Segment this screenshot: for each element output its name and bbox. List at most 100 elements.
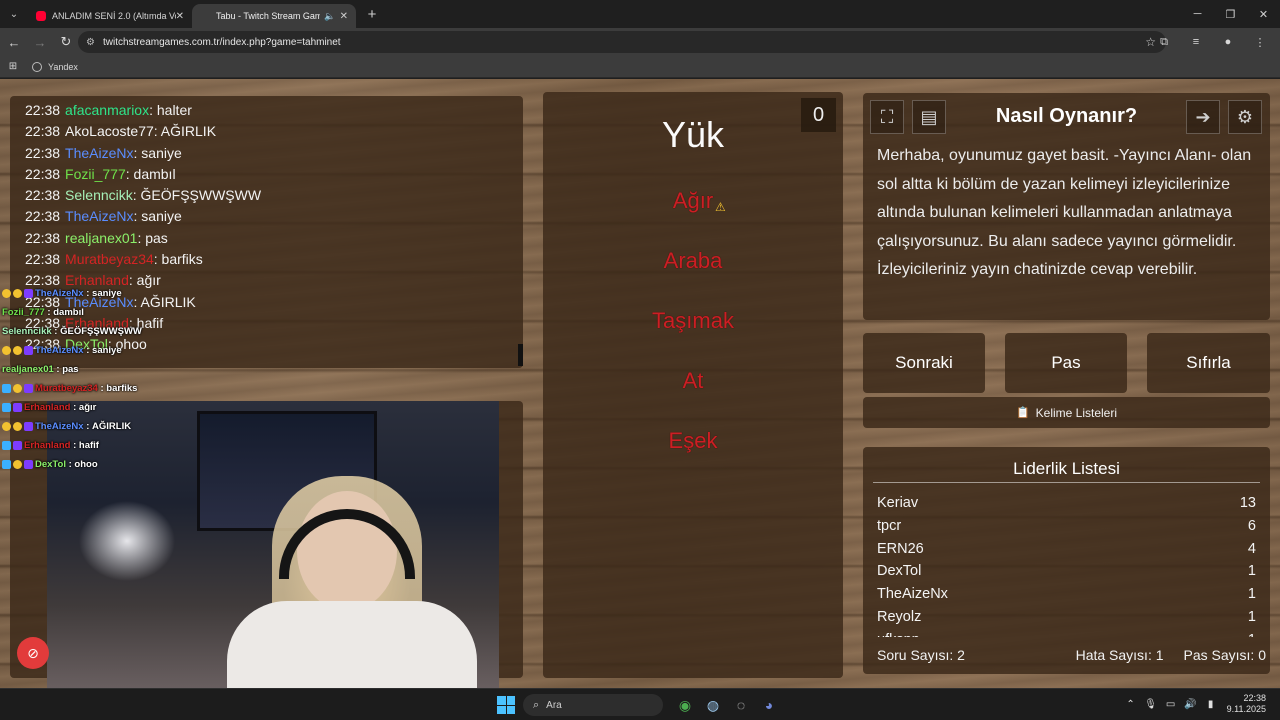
question-count: Soru Sayısı: 2 xyxy=(877,647,965,663)
leaderboard-list[interactable]: Keriav 13 tpcr 6 ERN26 4 DexTol 1 TheAizeNx 1 Reyo… xyxy=(877,492,1256,637)
display-icon[interactable]: ▭ xyxy=(1161,699,1181,710)
settings-gear-icon[interactable]: ⚙ xyxy=(1228,100,1262,134)
speaker-icon[interactable]: 🔈 xyxy=(324,11,335,22)
address-bar[interactable]: ⚙ twitchstreamgames.com.tr/index.php?gam… xyxy=(78,31,1166,53)
microphone-icon[interactable]: 🎙 xyxy=(1141,699,1161,710)
chat-badge-icon xyxy=(24,460,33,469)
next-button[interactable]: Sonraki xyxy=(863,333,985,393)
overlay-text: ĞEÖFŞŞWWŞWW xyxy=(60,326,142,337)
chat-scrollbar[interactable] xyxy=(518,344,523,366)
reload-icon[interactable]: ↻ xyxy=(54,30,78,54)
overlay-chat-message: Fozii_777 : dambıl xyxy=(2,303,142,322)
back-icon[interactable]: ← xyxy=(2,30,26,54)
chrome-icon[interactable]: ◉ xyxy=(672,693,698,717)
how-to-play-text: Merhaba, oyunumuz gayet basit. -Yayıncı … xyxy=(877,147,1252,278)
chat-username[interactable]: afacanmariox xyxy=(65,102,149,118)
browser-tab-tabu[interactable]: Tabu - Twitch Stream Game 🔈 ✕ xyxy=(192,4,356,28)
player-name: Keriav xyxy=(877,495,919,511)
new-tab-button[interactable]: + xyxy=(360,2,384,26)
chat-badge-icon xyxy=(2,346,11,355)
word-card: 0 Yük Ağır ⚠ Araba Taşımak At Eşek xyxy=(543,92,843,678)
chat-username[interactable]: Muratbeyaz34 xyxy=(65,251,154,267)
taskbar-search[interactable]: ⌕ Ara xyxy=(523,694,663,716)
volume-icon[interactable]: 🔊 xyxy=(1181,699,1201,710)
chat-time: 22:38 xyxy=(25,208,61,225)
system-tray: ⌃ 🎙 ▭ 🔊 ▮ 22:38 9.11.2025 xyxy=(1121,693,1270,715)
chat-message: 22:38 TheAizeNx: saniye xyxy=(25,143,261,164)
chat-colon: : xyxy=(149,102,157,118)
chat-text: saniye xyxy=(141,144,182,161)
chat-time: 22:38 xyxy=(25,102,61,118)
stream-record-icon[interactable]: ⊘ xyxy=(17,637,49,669)
word-lists-button[interactable]: 📋 Kelime Listeleri xyxy=(863,397,1270,428)
chat-username[interactable]: Selenncikk xyxy=(65,187,133,203)
clock-time: 22:38 xyxy=(1243,693,1266,703)
overlay-colon: : xyxy=(70,440,79,451)
chat-username[interactable]: AkoLacoste77 xyxy=(65,123,154,139)
chat-text: pas xyxy=(145,229,168,246)
chat-badge-icon xyxy=(2,460,11,469)
extensions-icon[interactable]: ⧉ xyxy=(1152,30,1176,54)
leaderboard-row: DexTol 1 xyxy=(877,560,1256,583)
tab-close-icon[interactable]: ✕ xyxy=(176,11,184,22)
discord-icon[interactable]: ◕ xyxy=(756,693,782,717)
overlay-text: dambıl xyxy=(53,307,84,318)
windows-start-icon[interactable] xyxy=(497,696,515,714)
overlay-colon: : xyxy=(83,345,93,356)
player-score: 1 xyxy=(1248,629,1256,637)
minimize-icon[interactable]: ─ xyxy=(1181,0,1214,28)
chat-username[interactable]: TheAizeNx xyxy=(65,145,133,161)
browser-tab-youtube[interactable]: ANLADIM SENİ 2.0 (Altımda Vol ✕ xyxy=(28,4,192,28)
chat-message: 22:38 realjanex01: pas xyxy=(25,228,261,249)
url-text: twitchstreamgames.com.tr/index.php?game=… xyxy=(102,36,341,48)
bookmark-yandex[interactable]: Yandex xyxy=(32,61,78,72)
overlay-chat-message: TheAizeNx : saniye xyxy=(2,284,142,303)
overlay-chat-message: Selenncikk : ĞEÖFŞŞWWŞWW xyxy=(2,322,142,341)
overlay-chat-message: Erhanland : hafif xyxy=(2,436,142,455)
site-info-icon[interactable]: ⚙ xyxy=(86,37,95,48)
system-clock[interactable]: 22:38 9.11.2025 xyxy=(1227,693,1266,715)
chat-time: 22:38 xyxy=(25,187,61,204)
chat-time: 22:38 xyxy=(25,229,61,246)
chat-colon: : xyxy=(125,165,134,182)
forbidden-word: Araba xyxy=(663,248,723,273)
chat-username[interactable]: TheAizeNx xyxy=(65,208,133,224)
logout-icon[interactable]: ➔ xyxy=(1186,100,1220,134)
steam-icon[interactable]: ◍ xyxy=(700,693,726,717)
overlay-username: Fozii_777 xyxy=(2,307,45,318)
favicon-icon xyxy=(200,11,210,21)
overlay-colon: : xyxy=(51,326,61,337)
menu-kebab-icon[interactable]: ⋮ xyxy=(1248,30,1272,54)
overlay-chat-message: Erhanland : ağır xyxy=(2,398,142,417)
player-score: 4 xyxy=(1247,540,1256,557)
forbidden-word: Eşek xyxy=(668,428,718,453)
profile-avatar[interactable]: ● xyxy=(1216,30,1240,54)
app-icon[interactable]: ◌ xyxy=(728,693,754,717)
overlay-text: hafif xyxy=(78,440,99,451)
chat-badge-icon xyxy=(24,384,33,393)
chat-text: ĞEÖFŞŞWWŞWW xyxy=(140,187,262,204)
chat-message: 22:38 Selenncikk: ĞEÖFŞŞWWŞWW xyxy=(25,185,261,206)
tab-search-icon[interactable]: ⌄ xyxy=(0,0,28,28)
chevron-up-icon[interactable]: ⌃ xyxy=(1121,699,1141,710)
overlay-chat-message: TheAizeNx : saniye xyxy=(2,341,142,360)
overlay-text: ağır xyxy=(78,402,97,413)
battery-icon[interactable]: ▮ xyxy=(1201,699,1221,710)
chat-username[interactable]: realjanex01 xyxy=(65,230,137,246)
player-score: 13 xyxy=(1239,495,1256,511)
chat-badge-icon xyxy=(2,384,11,393)
forward-icon[interactable]: → xyxy=(28,30,52,54)
chat-username[interactable]: Fozii_777 xyxy=(65,166,126,182)
tab-close-icon[interactable]: ✕ xyxy=(340,11,348,22)
apps-grid-icon[interactable]: ⊞ xyxy=(0,61,26,72)
restore-icon[interactable]: ❐ xyxy=(1214,0,1247,28)
pass-button[interactable]: Pas xyxy=(1005,333,1127,393)
reset-button[interactable]: Sıfırla xyxy=(1147,333,1270,393)
leaderboard-row: TheAizeNx 1 xyxy=(877,583,1256,606)
reading-list-icon[interactable]: ≡ xyxy=(1184,30,1208,54)
error-count: Hata Sayısı: 1 xyxy=(1075,647,1164,663)
pass-count: Pas Sayısı: 0 xyxy=(1183,647,1266,663)
close-window-icon[interactable]: ✕ xyxy=(1247,0,1280,28)
overlay-colon: : xyxy=(83,288,93,299)
leaderboard-panel: Liderlik Listesi Keriav 13 tpcr 6 ERN26 4 DexT… xyxy=(863,447,1270,674)
